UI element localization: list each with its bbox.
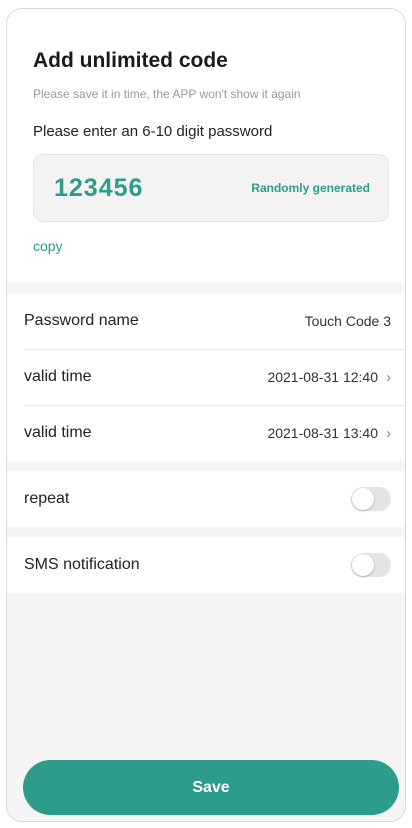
password-name-value: Touch Code 3 <box>304 313 391 329</box>
repeat-toggle[interactable] <box>351 487 391 511</box>
sms-label: SMS notification <box>24 556 140 573</box>
valid-time-start-row[interactable]: valid time 2021-08-31 12:40 › <box>7 349 405 405</box>
row-value: Touch Code 3 <box>305 313 391 329</box>
toggle-knob <box>352 554 374 576</box>
row-label: valid time <box>24 368 92 385</box>
page-title: Add unlimited code <box>33 49 228 72</box>
sms-toggle[interactable] <box>351 553 391 577</box>
dialog-frame: Add unlimited code Please save it in tim… <box>6 8 406 822</box>
random-generate-button[interactable]: Randomly generated <box>251 181 370 195</box>
row-label: valid time <box>24 424 92 441</box>
password-name-row[interactable]: Password name Touch Code 3 <box>7 293 405 349</box>
save-button[interactable]: Save <box>23 760 399 815</box>
row-value: 2021-08-31 13:40 › <box>267 425 391 442</box>
copy-link[interactable]: copy <box>33 238 63 254</box>
row-value: 2021-08-31 12:40 › <box>267 369 391 386</box>
row-label: Password name <box>24 312 139 329</box>
password-value[interactable]: 123456 <box>54 174 143 203</box>
details-group: Password name Touch Code 3 valid time 20… <box>7 293 405 461</box>
sms-group: SMS notification <box>7 537 405 593</box>
start-time-value: 2021-08-31 12:40 <box>267 369 378 385</box>
sms-row: SMS notification <box>7 537 405 593</box>
password-box[interactable]: 123456 Randomly generated <box>33 154 389 222</box>
code-section: Add unlimited code Please save it in tim… <box>7 9 405 283</box>
password-prompt: Please enter an 6-10 digit password <box>33 123 273 140</box>
toggle-knob <box>352 488 374 510</box>
repeat-label: repeat <box>24 490 70 507</box>
save-hint: Please save it in time, the APP won't sh… <box>33 87 301 101</box>
valid-time-end-row[interactable]: valid time 2021-08-31 13:40 › <box>7 405 405 461</box>
chevron-right-icon: › <box>386 424 391 442</box>
repeat-row: repeat <box>7 471 405 527</box>
chevron-right-icon: › <box>386 368 391 386</box>
end-time-value: 2021-08-31 13:40 <box>267 425 378 441</box>
repeat-group: repeat <box>7 471 405 527</box>
